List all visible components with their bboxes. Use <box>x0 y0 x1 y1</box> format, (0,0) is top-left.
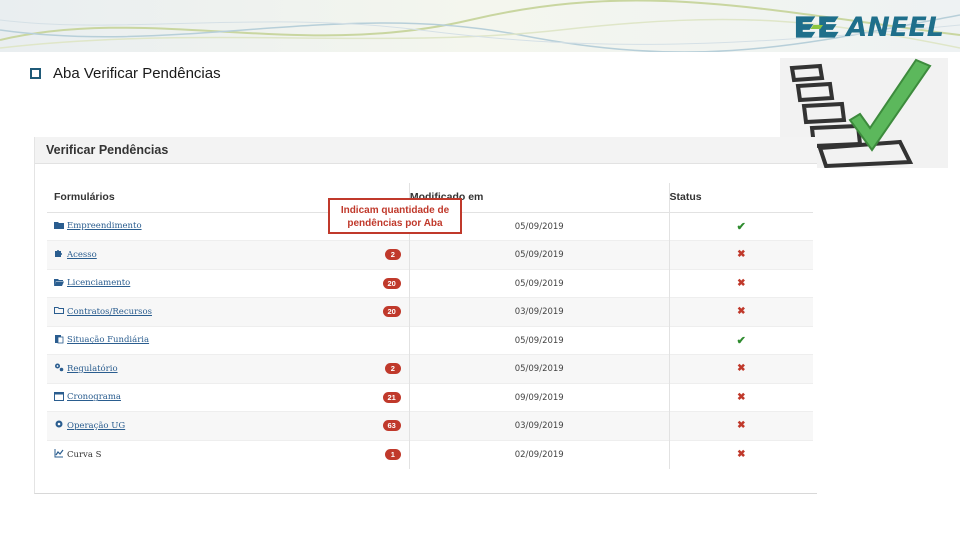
folder-outline-icon <box>54 305 67 318</box>
status-cell: ✖ <box>668 354 813 383</box>
table-row: Cronograma 21 09/09/2019 ✖ <box>47 382 813 412</box>
modified-cell: 03/09/2019 <box>408 297 670 326</box>
modified-cell: 02/09/2019 <box>408 439 670 469</box>
table-body: Empreendimento 05/09/2019 ✔ Acesso 2 05/09/20… <box>47 211 813 469</box>
form-cell: Curva S 1 <box>47 439 410 469</box>
panel-title: Verificar Pendências <box>46 143 169 157</box>
verificar-pendencias-panel: Verificar Pendências Formulários Modific… <box>34 137 817 494</box>
modified-cell: 03/09/2019 <box>408 411 670 440</box>
status-error-x-icon: ✖ <box>737 277 746 289</box>
form-cell: Acesso 2 <box>47 240 410 269</box>
form-link[interactable]: Empreendimento <box>67 221 142 231</box>
chart-line-icon <box>54 448 67 461</box>
pending-count-badge: 63 <box>382 420 401 432</box>
form-cell: Licenciamento 20 <box>47 268 410 298</box>
status-error-x-icon: ✖ <box>737 363 746 375</box>
aneel-logo-mark-icon <box>795 16 839 38</box>
form-link[interactable]: Licenciamento <box>67 278 130 288</box>
pending-count-badge: 1 <box>384 449 401 460</box>
pending-count-badge: 20 <box>382 277 401 289</box>
folder-open-icon <box>54 277 67 290</box>
calendar-icon <box>54 391 67 404</box>
status-error-x-icon: ✖ <box>737 420 746 432</box>
form-cell: Regulatório 2 <box>47 354 410 383</box>
status-cell: ✔ <box>668 325 813 355</box>
status-error-x-icon: ✖ <box>737 391 746 403</box>
status-cell: ✖ <box>668 382 813 412</box>
column-header-status: Status <box>668 183 813 213</box>
modified-cell: 05/09/2019 <box>408 240 670 269</box>
status-cell: ✖ <box>668 439 813 469</box>
form-link[interactable]: Regulatório <box>67 364 118 374</box>
modified-date: 09/09/2019 <box>514 392 564 403</box>
modified-cell: 05/09/2019 <box>408 268 670 298</box>
status-ok-check-icon: ✔ <box>736 220 746 233</box>
form-link[interactable]: Situação Fundiária <box>67 335 149 345</box>
modified-date: 03/09/2019 <box>514 421 564 432</box>
modified-date: 02/09/2019 <box>514 450 564 460</box>
pending-count-badge: 20 <box>382 306 401 318</box>
slide: ANEEL Aba Verificar Pendências Verificar… <box>0 0 960 540</box>
cogs-icon <box>54 362 67 375</box>
status-error-x-icon: ✖ <box>737 249 746 261</box>
form-link[interactable]: Curva S <box>67 450 101 460</box>
aneel-logo: ANEEL <box>794 10 944 44</box>
form-cell: Cronograma 21 <box>47 382 410 412</box>
modified-date: 05/09/2019 <box>514 221 564 232</box>
form-cell: Situação Fundiária <box>47 325 410 355</box>
form-link[interactable]: Operação UG <box>67 421 125 431</box>
status-cell: ✖ <box>668 411 813 440</box>
table-row: Curva S 1 02/09/2019 ✖ <box>47 439 813 469</box>
pending-count-badge: 2 <box>384 249 401 261</box>
modified-date: 05/09/2019 <box>514 278 564 289</box>
status-cell: ✖ <box>668 268 813 298</box>
table-row: Acesso 2 05/09/2019 ✖ <box>47 240 813 269</box>
pending-count-badge: 2 <box>384 363 401 375</box>
folder-icon <box>54 220 67 233</box>
table-row: Regulatório 2 05/09/2019 ✖ <box>47 354 813 383</box>
panel-header: Verificar Pendências <box>35 137 817 164</box>
logo-text: ANEEL <box>846 11 944 43</box>
status-cell: ✔ <box>668 211 813 241</box>
modified-date: 05/09/2019 <box>514 364 564 375</box>
modified-date: 05/09/2019 <box>514 250 564 261</box>
modified-cell: 05/09/2019 <box>408 325 670 355</box>
form-cell: Contratos/Recursos 20 <box>47 297 410 326</box>
modified-cell: 09/09/2019 <box>408 382 670 412</box>
modified-date: 05/09/2019 <box>514 335 564 346</box>
status-cell: ✖ <box>668 240 813 269</box>
checkbox-bullet-icon <box>30 68 41 79</box>
document-icon <box>54 334 67 347</box>
pending-count-callout: Indicam quantidade de pendências por Aba <box>328 198 462 234</box>
puzzle-icon <box>54 248 67 261</box>
section-heading: Aba Verificar Pendências <box>30 65 221 82</box>
table-row: Situação Fundiária 05/09/2019 ✔ <box>47 325 813 355</box>
pending-count-badge: 21 <box>382 391 401 403</box>
form-link[interactable]: Acesso <box>67 250 97 260</box>
gear-icon <box>54 419 67 432</box>
status-cell: ✖ <box>668 297 813 326</box>
modified-date: 03/09/2019 <box>514 307 564 318</box>
modified-cell: 05/09/2019 <box>408 354 670 383</box>
form-link[interactable]: Contratos/Recursos <box>67 307 152 317</box>
section-heading-text: Aba Verificar Pendências <box>53 65 221 82</box>
table-row: Contratos/Recursos 20 03/09/2019 ✖ <box>47 297 813 326</box>
table-row: Operação UG 63 03/09/2019 ✖ <box>47 411 813 440</box>
form-cell: Operação UG 63 <box>47 411 410 440</box>
status-error-x-icon: ✖ <box>737 306 746 318</box>
table-row: Licenciamento 20 05/09/2019 ✖ <box>47 268 813 298</box>
status-error-x-icon: ✖ <box>737 449 746 460</box>
status-ok-check-icon: ✔ <box>736 334 746 347</box>
form-link[interactable]: Cronograma <box>67 392 121 402</box>
